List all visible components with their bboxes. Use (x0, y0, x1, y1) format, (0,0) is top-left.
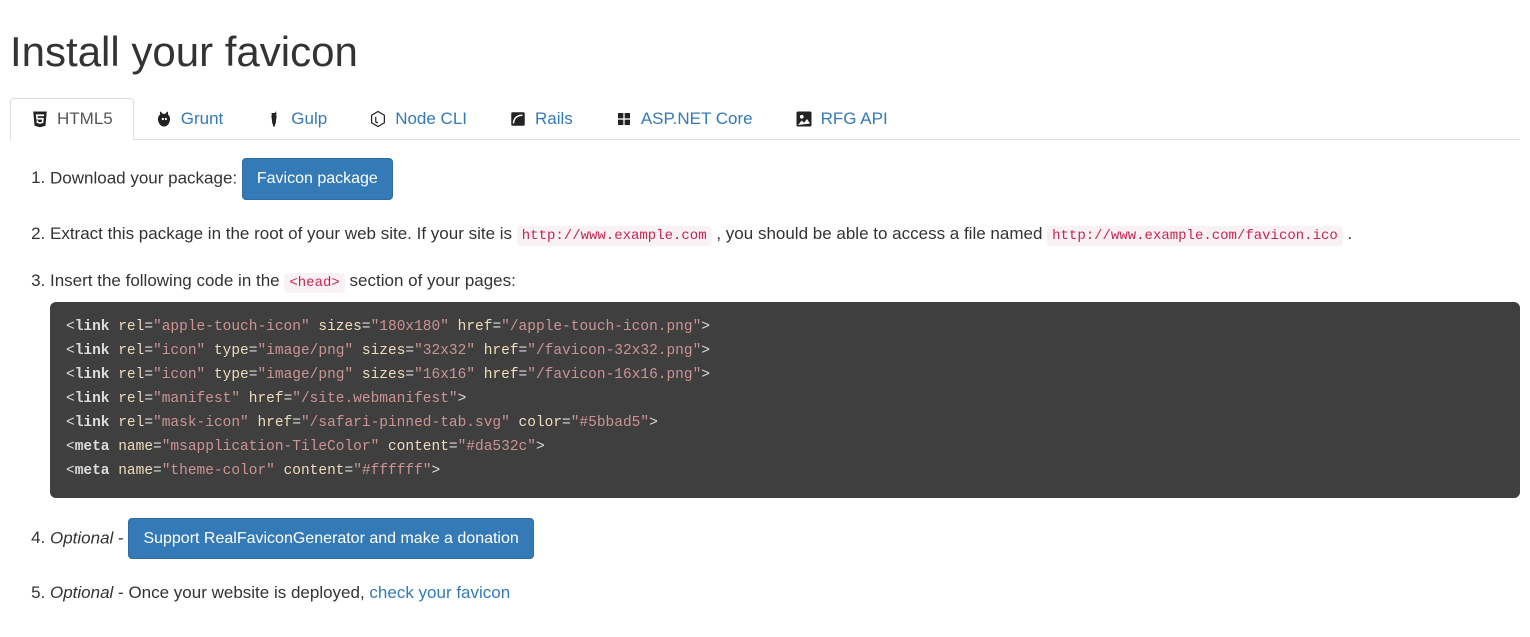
step-text: section of your pages: (350, 271, 516, 290)
step-check-favicon: Optional - Once your website is deployed… (50, 579, 1520, 606)
step-text: Download your package: (50, 168, 242, 187)
head-tag-code: <head> (284, 273, 344, 293)
download-package-button[interactable]: Favicon package (242, 158, 393, 200)
tab-label: Gulp (291, 109, 327, 129)
example-favicon-url: http://www.example.com/favicon.ico (1047, 226, 1343, 246)
step-text: , you should be able to access a file na… (716, 224, 1047, 243)
gulp-icon (265, 110, 283, 128)
step-extract: Extract this package in the root of your… (50, 220, 1520, 247)
tab-html5[interactable]: HTML5 (10, 98, 134, 140)
step-insert-code: Insert the following code in the <head> … (50, 267, 1520, 498)
step-text: . (1348, 224, 1353, 243)
tab-label: HTML5 (57, 109, 113, 129)
tab-label: ASP.NET Core (641, 109, 753, 129)
steps-list: Download your package: Favicon package E… (10, 158, 1520, 607)
rails-icon (509, 110, 527, 128)
tab-label: Grunt (181, 109, 224, 129)
grunt-icon (155, 110, 173, 128)
nodejs-icon (369, 110, 387, 128)
html5-icon (31, 110, 49, 128)
tabs-nav: HTML5 Grunt Gulp Node CLI (10, 98, 1520, 140)
windows-icon (615, 110, 633, 128)
step-text: Extract this package in the root of your… (50, 224, 517, 243)
tab-aspnet-core[interactable]: ASP.NET Core (594, 98, 774, 140)
optional-label: Optional (50, 583, 113, 602)
step-text: - (113, 528, 128, 547)
tab-node-cli[interactable]: Node CLI (348, 98, 488, 140)
tab-label: RFG API (821, 109, 888, 129)
step-text: Insert the following code in the (50, 271, 284, 290)
tab-grunt[interactable]: Grunt (134, 98, 245, 140)
favicon-code-block[interactable]: <link rel="apple-touch-icon" sizes="180x… (50, 302, 1520, 497)
tab-rails[interactable]: Rails (488, 98, 594, 140)
step-text: Once your website is deployed, (128, 583, 369, 602)
tab-gulp[interactable]: Gulp (244, 98, 348, 140)
optional-label: Optional (50, 528, 113, 547)
page-title: Install your favicon (10, 28, 1520, 76)
tab-label: Node CLI (395, 109, 467, 129)
donate-button[interactable]: Support RealFaviconGenerator and make a … (128, 518, 533, 560)
rfg-icon (795, 110, 813, 128)
step-download: Download your package: Favicon package (50, 158, 1520, 200)
tab-rfg-api[interactable]: RFG API (774, 98, 909, 140)
example-site-url: http://www.example.com (517, 226, 712, 246)
step-donate: Optional - Support RealFaviconGenerator … (50, 518, 1520, 560)
step-text: - (113, 583, 128, 602)
check-favicon-link[interactable]: check your favicon (369, 583, 510, 602)
tab-label: Rails (535, 109, 573, 129)
